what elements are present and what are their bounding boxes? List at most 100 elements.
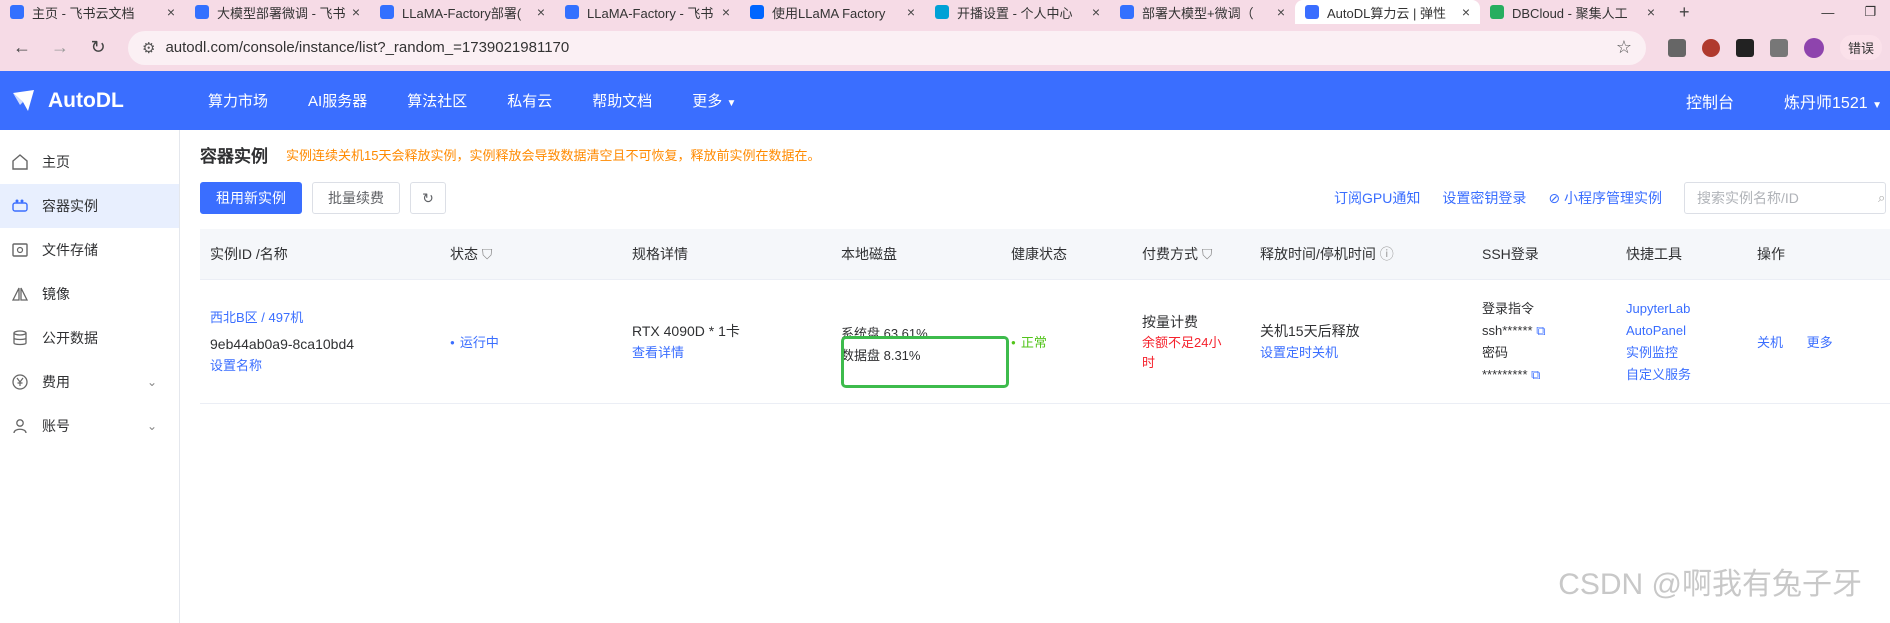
tab-title: 部署大模型+微调（ bbox=[1142, 5, 1254, 21]
extension-icon[interactable] bbox=[1735, 38, 1754, 57]
instance-region-link[interactable]: 西北B区 / 497机 bbox=[210, 307, 440, 329]
search-icon[interactable]: ⌕ bbox=[1878, 190, 1885, 206]
sidebar-item-images[interactable]: 镜像 bbox=[0, 272, 179, 316]
browser-tab[interactable]: AutoDL算力云 | 弹性 × bbox=[1295, 0, 1480, 24]
balance-warning-cont: 时 bbox=[1142, 354, 1156, 370]
brand-logo[interactable]: AutoDL bbox=[0, 87, 208, 115]
search-input[interactable] bbox=[1697, 190, 1878, 206]
home-icon bbox=[10, 152, 30, 172]
caret-down-icon: ▼ bbox=[1872, 99, 1882, 111]
col-id: 实例ID /名称 bbox=[210, 246, 288, 262]
tab-favicon-icon bbox=[1305, 5, 1319, 19]
cell-release: 关机15天后释放 设置定时关机 bbox=[1250, 320, 1472, 364]
monitor-link[interactable]: 实例监控 bbox=[1626, 342, 1747, 364]
sidebar-item-storage[interactable]: 文件存储 bbox=[0, 228, 179, 272]
password: ********* ⧉ bbox=[1482, 364, 1616, 386]
close-icon[interactable]: × bbox=[722, 4, 730, 20]
copy-icon[interactable]: ⧉ bbox=[1536, 323, 1545, 338]
key-login-link[interactable]: 设置密钥登录 bbox=[1442, 188, 1526, 208]
instance-table: 实例ID /名称 状态 ⛉ 规格详情 本地磁盘 健康状态 付费方式 ⛉ 释放时间… bbox=[200, 229, 1890, 404]
close-icon[interactable]: × bbox=[1647, 4, 1655, 20]
instance-id: 9eb44ab0a9-8ca10bd4 bbox=[210, 335, 355, 352]
close-icon[interactable]: × bbox=[1277, 4, 1285, 20]
custom-service-link[interactable]: 自定义服务 bbox=[1626, 364, 1747, 386]
cell-tools: JupyterLab AutoPanel 实例监控 自定义服务 bbox=[1616, 298, 1747, 386]
toolbar: 租用新实例 批量续费 ↻ 订阅GPU通知 设置密钥登录 ⊘ 小程序管理实例 ⌕ bbox=[200, 178, 1890, 218]
avatar[interactable] bbox=[1803, 37, 1824, 58]
batch-renew-button[interactable]: 批量续费 bbox=[312, 182, 400, 214]
extension-icon[interactable] bbox=[1701, 38, 1720, 57]
nav-community[interactable]: 算法社区 bbox=[407, 90, 467, 111]
cell-billing: 按量计费 余额不足24小 时 bbox=[1132, 311, 1250, 373]
close-icon[interactable]: × bbox=[352, 4, 360, 20]
miniapp-link[interactable]: ⊘ 小程序管理实例 bbox=[1548, 188, 1662, 208]
col-status[interactable]: 状态 ⛉ bbox=[440, 244, 622, 264]
close-icon[interactable]: × bbox=[537, 4, 545, 20]
search-field[interactable]: ⌕ bbox=[1684, 182, 1886, 214]
browser-tab[interactable]: 开播设置 - 个人中心 × bbox=[925, 0, 1110, 24]
filter-icon[interactable]: ⛉ bbox=[1202, 246, 1213, 262]
nav-ai-server[interactable]: AI服务器 bbox=[308, 90, 367, 111]
browser-tab[interactable]: LLaMA-Factory - 飞书 × bbox=[555, 0, 740, 24]
browser-tab[interactable]: DBCloud - 聚集人工 × bbox=[1480, 0, 1665, 24]
autopanel-link[interactable]: AutoPanel bbox=[1626, 320, 1747, 342]
nav-more[interactable]: 更多 ▼ bbox=[692, 90, 736, 111]
nav-docs[interactable]: 帮助文档 bbox=[592, 90, 652, 111]
site-settings-icon[interactable]: ⚙ bbox=[142, 39, 155, 57]
forward-icon[interactable]: → bbox=[46, 37, 74, 58]
jupyterlab-link[interactable]: JupyterLab bbox=[1626, 298, 1747, 320]
filter-icon[interactable]: ⛉ bbox=[482, 246, 493, 262]
gpu-notify-link[interactable]: 订阅GPU通知 bbox=[1334, 188, 1420, 208]
sidebar-item-billing[interactable]: 费用 ⌄ bbox=[0, 360, 179, 404]
help-icon[interactable]: ⓘ bbox=[1380, 246, 1394, 262]
extension-icon[interactable] bbox=[1667, 38, 1686, 57]
cell-ops: 关机 更多 bbox=[1747, 332, 1867, 351]
view-details-link[interactable]: 查看详情 bbox=[632, 342, 831, 364]
restore-icon[interactable]: ❐ bbox=[1864, 4, 1876, 20]
more-ops-link[interactable]: 更多 bbox=[1807, 335, 1833, 350]
back-icon[interactable]: ← bbox=[8, 37, 36, 58]
close-icon[interactable]: × bbox=[167, 4, 175, 20]
sidebar-item-home[interactable]: 主页 bbox=[0, 140, 179, 184]
scheduled-shutdown-link[interactable]: 设置定时关机 bbox=[1260, 342, 1472, 364]
toolbar-links: 订阅GPU通知 设置密钥登录 ⊘ 小程序管理实例 ⌕ bbox=[1334, 182, 1890, 214]
shutdown-link[interactable]: 关机 bbox=[1757, 335, 1783, 350]
close-icon[interactable]: × bbox=[1092, 4, 1100, 20]
sidebar-item-account[interactable]: 账号 ⌄ bbox=[0, 404, 179, 448]
address-bar[interactable]: ⚙ autodl.com/console/instance/list?_rand… bbox=[128, 30, 1646, 65]
browser-tab[interactable]: LLaMA-Factory部署( × bbox=[370, 0, 555, 24]
nav-private-cloud[interactable]: 私有云 bbox=[507, 90, 552, 111]
cell-spec: RTX 4090D * 1卡 查看详情 bbox=[622, 320, 831, 364]
minimize-icon[interactable]: — bbox=[1821, 5, 1834, 20]
close-icon[interactable]: × bbox=[1462, 4, 1470, 20]
storage-icon bbox=[10, 240, 30, 260]
rent-new-instance-button[interactable]: 租用新实例 bbox=[200, 182, 302, 214]
browser-tab[interactable]: 使用LLaMA Factory × bbox=[740, 0, 925, 24]
copy-icon[interactable]: ⧉ bbox=[1531, 367, 1540, 382]
reload-icon[interactable]: ↻ bbox=[84, 37, 112, 58]
puzzle-icon[interactable] bbox=[1769, 38, 1788, 57]
sidebar-item-public-data[interactable]: 公开数据 bbox=[0, 316, 179, 360]
tab-title: LLaMA-Factory部署( bbox=[402, 5, 522, 21]
error-badge[interactable]: 错误 bbox=[1839, 35, 1882, 60]
close-icon[interactable]: × bbox=[907, 4, 915, 20]
tab-title: AutoDL算力云 | 弹性 bbox=[1327, 5, 1446, 21]
brand-name: AutoDL bbox=[48, 88, 124, 112]
watermark: CSDN @啊我有兔子牙 bbox=[1558, 568, 1862, 601]
nav-market[interactable]: 算力市场 bbox=[208, 90, 268, 111]
browser-tab[interactable]: 大模型部署微调 - 飞书 × bbox=[185, 0, 370, 24]
col-tools: 快捷工具 bbox=[1626, 246, 1682, 262]
refresh-button[interactable]: ↻ bbox=[410, 182, 446, 214]
bookmark-star-icon[interactable]: ☆ bbox=[1616, 37, 1632, 58]
nav-more-label: 更多 bbox=[692, 93, 723, 110]
user-menu[interactable]: 炼丹师1521 ▼ bbox=[1784, 89, 1882, 113]
release-time: 关机15天后释放 bbox=[1260, 322, 1360, 339]
console-link[interactable]: 控制台 bbox=[1686, 89, 1734, 113]
browser-tab[interactable]: 主页 - 飞书云文档 × bbox=[0, 0, 185, 24]
sidebar-item-containers[interactable]: 容器实例 bbox=[0, 184, 179, 228]
cell-ssh: 登录指令 ssh****** ⧉ 密码 ********* ⧉ bbox=[1472, 298, 1616, 386]
browser-tab[interactable]: 部署大模型+微调（ × bbox=[1110, 0, 1295, 24]
set-name-link[interactable]: 设置名称 bbox=[210, 355, 440, 377]
col-billing[interactable]: 付费方式 ⛉ bbox=[1132, 244, 1250, 264]
new-tab-button[interactable]: + bbox=[1679, 2, 1690, 23]
